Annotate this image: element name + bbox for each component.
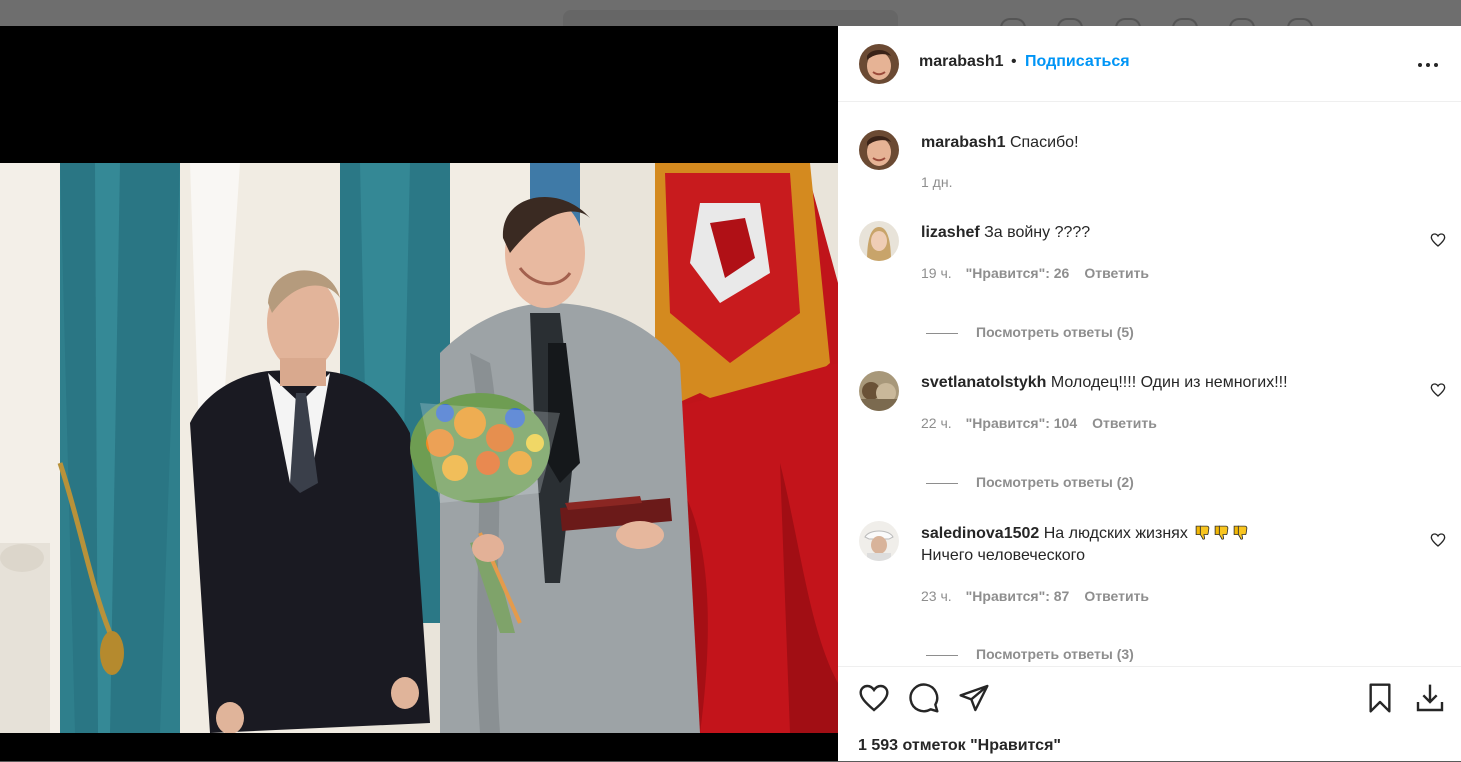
comment-text: saledinova1502 На людских жизнях: [921, 524, 1249, 543]
comment-likes[interactable]: "Нравится": 87: [966, 588, 1070, 604]
caption-time[interactable]: 1 дн.: [921, 174, 952, 190]
comment-avatar[interactable]: [859, 521, 899, 561]
heart-icon[interactable]: [858, 682, 890, 714]
view-replies-button[interactable]: Посмотреть ответы (2): [926, 474, 1134, 490]
comments-list[interactable]: marabash1 Спасибо! 1 дн. lizashef За вой…: [838, 102, 1461, 666]
comment-reply-button[interactable]: Ответить: [1092, 415, 1157, 431]
caption-meta: 1 дн.: [921, 174, 952, 190]
action-bar: 1 593 отметок "Нравится": [838, 666, 1461, 762]
comment-username[interactable]: svetlanatolstykh: [921, 374, 1046, 391]
comment-body: Молодец!!!! Один из немногих!!!: [1050, 374, 1288, 391]
background-search-bar: [563, 10, 898, 26]
caption-text: marabash1 Спасибо!: [921, 134, 1079, 152]
post-media[interactable]: [0, 26, 838, 761]
view-replies-label: Посмотреть ответы (5): [976, 324, 1134, 340]
thumbs-down-icon: [1195, 525, 1210, 540]
view-replies-label: Посмотреть ответы (3): [976, 646, 1134, 662]
replies-dash: [926, 332, 958, 334]
comment-meta: 19 ч. "Нравится": 26 Ответить: [921, 265, 1149, 281]
separator-dot: •: [1011, 53, 1017, 70]
post-photo: [0, 163, 838, 733]
thumbs-down-icon: [1233, 525, 1248, 540]
share-icon[interactable]: [958, 682, 990, 714]
post-header: marabash1 • Подписаться: [838, 26, 1461, 102]
comment-reply-button[interactable]: Ответить: [1084, 588, 1149, 604]
comment-text: svetlanatolstykh Молодец!!!! Один из нем…: [921, 374, 1288, 392]
comment-avatar[interactable]: [859, 371, 899, 411]
comment-body: На людских жизнях: [1043, 525, 1188, 542]
author-avatar[interactable]: [859, 44, 899, 84]
download-icon[interactable]: [1414, 682, 1446, 714]
comment-like-heart-icon[interactable]: [1430, 382, 1446, 398]
caption-avatar[interactable]: [859, 130, 899, 170]
comment-icon[interactable]: [908, 682, 940, 714]
author-username[interactable]: marabash1: [919, 53, 1004, 71]
comment-text: lizashef За войну ????: [921, 224, 1090, 242]
caption-body: Спасибо!: [1009, 134, 1079, 151]
thumbs-down-icon: [1214, 525, 1229, 540]
comment-time[interactable]: 22 ч.: [921, 415, 952, 431]
comment-body-line2: Ничего человеческого: [921, 547, 1086, 564]
comment-like-heart-icon[interactable]: [1430, 532, 1446, 548]
view-replies-button[interactable]: Посмотреть ответы (5): [926, 324, 1134, 340]
bookmark-icon[interactable]: [1364, 682, 1396, 714]
likes-count[interactable]: 1 593 отметок "Нравится": [858, 737, 1061, 755]
background-top-nav: [0, 0, 1461, 28]
more-options-icon[interactable]: [1416, 54, 1440, 74]
comment-avatar[interactable]: [859, 221, 899, 261]
comment-reply-button[interactable]: Ответить: [1084, 265, 1149, 281]
comment-username[interactable]: saledinova1502: [921, 525, 1039, 542]
follow-button[interactable]: Подписаться: [1025, 53, 1130, 71]
view-replies-button[interactable]: Посмотреть ответы (3): [926, 646, 1134, 662]
comment-time[interactable]: 19 ч.: [921, 265, 952, 281]
comment-likes[interactable]: "Нравится": 26: [966, 265, 1070, 281]
view-replies-label: Посмотреть ответы (2): [976, 474, 1134, 490]
comment-likes[interactable]: "Нравится": 104: [966, 415, 1077, 431]
comment-time[interactable]: 23 ч.: [921, 588, 952, 604]
comment-body: За войну ????: [984, 224, 1091, 241]
comment-like-heart-icon[interactable]: [1430, 232, 1446, 248]
comment-meta: 22 ч. "Нравится": 104 Ответить: [921, 415, 1157, 431]
replies-dash: [926, 654, 958, 656]
caption-username[interactable]: marabash1: [921, 134, 1006, 151]
comment-meta: 23 ч. "Нравится": 87 Ответить: [921, 588, 1149, 604]
post-side-panel: marabash1 • Подписаться marabash1 Спасиб…: [838, 26, 1461, 761]
comment-username[interactable]: lizashef: [921, 224, 980, 241]
replies-dash: [926, 482, 958, 484]
